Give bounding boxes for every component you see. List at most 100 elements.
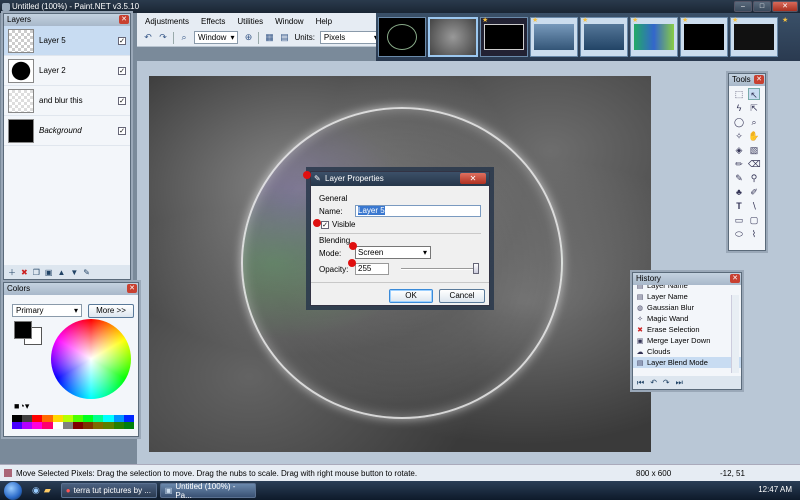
color-swatch[interactable] bbox=[32, 422, 43, 429]
color-swatch[interactable] bbox=[83, 422, 94, 429]
ok-button[interactable]: OK bbox=[389, 289, 433, 303]
rect-select-icon[interactable]: ⬚ bbox=[733, 88, 745, 100]
undo-icon[interactable]: ↶ bbox=[143, 32, 153, 43]
history-item[interactable]: ◍ Gaussian Blur bbox=[633, 302, 741, 313]
folder-quicklaunch-icon[interactable]: ▰ bbox=[44, 485, 51, 496]
redo-icon[interactable]: ↷ bbox=[158, 32, 168, 43]
layer-visible-checkbox[interactable]: ✓ bbox=[118, 36, 126, 45]
opacity-slider-track[interactable] bbox=[401, 268, 479, 270]
blend-mode-dropdown[interactable]: Screen ▾ bbox=[355, 246, 431, 259]
history-item[interactable]: ▤ Layer Name bbox=[633, 291, 741, 302]
palette-icon[interactable]: ■◔▾ bbox=[14, 401, 29, 412]
rewind-icon[interactable]: ⏮ bbox=[637, 378, 644, 388]
taskbar-button[interactable]: ● terra tut pictures by ... bbox=[60, 483, 157, 498]
move-layer-up-icon[interactable]: ▲ bbox=[57, 268, 65, 277]
move-selection-icon[interactable]: ↖ bbox=[748, 88, 760, 100]
layer-row[interactable]: Background ✓ bbox=[4, 116, 130, 146]
ruler-icon[interactable]: ▤ bbox=[279, 32, 289, 43]
menu-adjustments[interactable]: Adjustments bbox=[145, 17, 189, 26]
freeform-shape-icon[interactable]: ⌇ bbox=[748, 228, 760, 240]
browser-quicklaunch-icon[interactable]: ◉ bbox=[32, 485, 40, 496]
menu-effects[interactable]: Effects bbox=[201, 17, 225, 26]
history-scrollbar[interactable] bbox=[731, 295, 739, 373]
close-button[interactable]: ✕ bbox=[772, 1, 798, 12]
color-swatch[interactable] bbox=[93, 422, 104, 429]
layer-row[interactable]: and blur this ✓ bbox=[4, 86, 130, 116]
units-dropdown[interactable]: Pixels ▾ bbox=[319, 31, 382, 44]
ellipse-select-icon[interactable]: ◯ bbox=[733, 116, 745, 128]
fast-forward-icon[interactable]: ⏭ bbox=[676, 378, 683, 388]
color-swatch[interactable] bbox=[52, 415, 63, 422]
color-swatch[interactable] bbox=[72, 415, 84, 422]
line-curve-icon[interactable]: ∖ bbox=[748, 200, 760, 212]
clone-stamp-icon[interactable]: ♣ bbox=[733, 186, 745, 198]
layer-visible-checkbox[interactable]: ✓ bbox=[118, 96, 126, 105]
layer-name-input[interactable]: Layer 5 bbox=[355, 205, 481, 217]
eraser-icon[interactable]: ⌫ bbox=[748, 158, 761, 170]
color-swatch[interactable] bbox=[42, 422, 53, 429]
start-button[interactable] bbox=[4, 481, 22, 500]
zoom-dropdown[interactable]: Window ▾ bbox=[194, 31, 239, 44]
move-pixels-icon[interactable]: ⇱ bbox=[748, 102, 760, 114]
pencil-icon[interactable]: ✎ bbox=[733, 172, 745, 184]
layer-properties-icon[interactable]: ✎ bbox=[83, 268, 90, 277]
dialog-close-button[interactable]: ✕ bbox=[460, 173, 486, 184]
text-icon[interactable]: T bbox=[733, 200, 745, 212]
color-swatch[interactable] bbox=[72, 422, 84, 429]
gradient-icon[interactable]: ▧ bbox=[748, 144, 760, 156]
maximize-button[interactable]: □ bbox=[753, 1, 771, 12]
magic-wand-icon[interactable]: ✧ bbox=[733, 130, 745, 142]
close-icon[interactable]: ✕ bbox=[730, 274, 740, 283]
move-layer-down-icon[interactable]: ▼ bbox=[70, 268, 78, 277]
layer-row[interactable]: Layer 2 ✓ bbox=[4, 56, 130, 86]
layer-visible-checkbox[interactable]: ✓ bbox=[118, 126, 126, 135]
merge-layer-icon[interactable]: ▣ bbox=[45, 268, 53, 277]
grid-icon[interactable]: ▦ bbox=[264, 32, 274, 43]
primary-color-swatch[interactable] bbox=[14, 321, 32, 339]
color-swatch[interactable] bbox=[103, 415, 114, 422]
layer-visible-checkbox[interactable]: ✓ bbox=[118, 66, 126, 75]
color-swatch[interactable] bbox=[32, 415, 43, 422]
delete-layer-icon[interactable]: ✖ bbox=[21, 268, 28, 277]
color-swatch[interactable] bbox=[123, 415, 134, 422]
menu-utilities[interactable]: Utilities bbox=[237, 17, 263, 26]
rectangle-icon[interactable]: ▭ bbox=[733, 214, 745, 226]
layer-row[interactable]: Layer 5 ✓ bbox=[4, 26, 130, 56]
minimize-button[interactable]: – bbox=[734, 1, 752, 12]
color-swatch[interactable] bbox=[22, 422, 33, 429]
paint-bucket-icon[interactable]: ◈ bbox=[733, 144, 745, 156]
add-layer-icon[interactable]: ＋ bbox=[8, 267, 16, 278]
color-swatch[interactable] bbox=[62, 422, 73, 429]
duplicate-layer-icon[interactable]: ❐ bbox=[33, 268, 40, 277]
paintbrush-icon[interactable]: ✏ bbox=[733, 158, 745, 170]
color-wheel[interactable] bbox=[51, 319, 131, 399]
history-item[interactable]: ✖ Erase Selection bbox=[633, 324, 741, 335]
color-swatch[interactable] bbox=[22, 415, 33, 422]
undo-icon[interactable]: ↶ bbox=[650, 378, 657, 387]
history-item-selected[interactable]: ▤ Layer Blend Mode bbox=[633, 357, 741, 368]
color-swatch[interactable] bbox=[12, 415, 23, 422]
color-swatch[interactable] bbox=[42, 415, 53, 422]
close-icon[interactable]: ✕ bbox=[754, 75, 764, 84]
zoom-in-icon[interactable]: ⊕ bbox=[243, 32, 253, 43]
history-item[interactable]: ☁ Clouds bbox=[633, 346, 741, 357]
color-swatch[interactable] bbox=[83, 415, 94, 422]
color-swatch[interactable] bbox=[123, 422, 134, 429]
color-swatch[interactable] bbox=[52, 422, 63, 429]
pan-icon[interactable]: ✋ bbox=[748, 130, 760, 142]
color-swatch[interactable] bbox=[62, 415, 73, 422]
color-picker-icon[interactable]: ⚲ bbox=[748, 172, 760, 184]
opacity-input[interactable]: 255 bbox=[355, 263, 389, 275]
color-swatch[interactable] bbox=[113, 422, 124, 429]
history-item[interactable]: ✧ Magic Wand bbox=[633, 313, 741, 324]
image-thumbnail-active[interactable] bbox=[428, 17, 478, 57]
menu-help[interactable]: Help bbox=[316, 17, 332, 26]
menu-window[interactable]: Window bbox=[275, 17, 303, 26]
recolor-icon[interactable]: ✐ bbox=[748, 186, 760, 198]
color-swatch[interactable] bbox=[113, 415, 124, 422]
more-colors-button[interactable]: More >> bbox=[88, 304, 134, 318]
visible-checkbox[interactable]: ✓ bbox=[321, 221, 329, 229]
rounded-rect-icon[interactable]: ▢ bbox=[748, 214, 760, 226]
ellipse-icon[interactable]: ⬭ bbox=[733, 228, 745, 240]
zoom-icon[interactable]: ⌕ bbox=[179, 32, 189, 43]
